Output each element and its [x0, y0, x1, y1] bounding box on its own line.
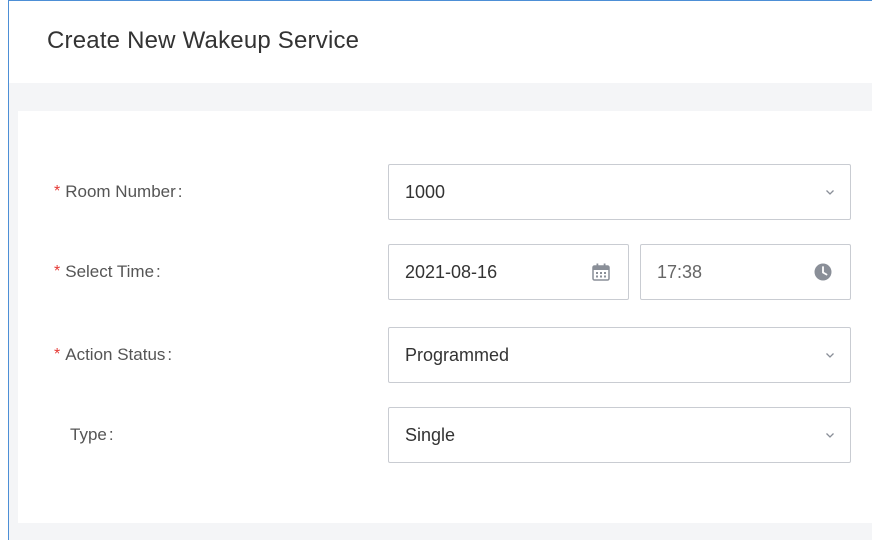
action-status-row: * Action Status : Programmed	[18, 327, 872, 383]
required-mark: *	[54, 263, 61, 280]
action-status-label-text: Action Status	[65, 345, 166, 364]
label-colon: :	[167, 345, 173, 364]
dialog-frame: Create New Wakeup Service * Room Number …	[8, 0, 872, 540]
dialog-header: Create New Wakeup Service	[9, 1, 872, 83]
chevron-down-icon[interactable]	[824, 429, 836, 441]
date-value: 2021-08-16	[405, 261, 498, 282]
action-status-label: * Action Status :	[54, 327, 172, 383]
select-time-label-text: Select Time	[65, 262, 155, 281]
type-label: Type :	[70, 407, 114, 463]
type-row: Type : Single	[18, 407, 872, 463]
label-colon: :	[177, 182, 183, 201]
required-mark: *	[54, 346, 61, 363]
room-number-label: * Room Number :	[54, 164, 183, 220]
room-number-value: 1000	[405, 181, 446, 202]
label-colon: :	[156, 262, 161, 281]
chevron-down-icon[interactable]	[824, 349, 836, 361]
label-colon: :	[108, 425, 114, 444]
action-status-select[interactable]: Programmed	[388, 327, 851, 383]
room-number-row: * Room Number : 1000	[18, 164, 872, 220]
type-select[interactable]: Single	[388, 407, 851, 463]
room-number-label-text: Room Number	[65, 182, 176, 201]
room-number-select[interactable]: 1000	[388, 164, 851, 220]
type-label-text: Type	[70, 425, 107, 444]
required-mark: *	[54, 183, 61, 200]
type-value: Single	[405, 424, 456, 445]
select-time-row: * Select Time : 2021-08-16 17:38	[18, 244, 872, 300]
select-time-label: * Select Time :	[54, 244, 161, 300]
calendar-icon[interactable]	[590, 261, 612, 283]
dialog-title: Create New Wakeup Service	[47, 27, 360, 54]
form-panel: * Room Number : 1000 * Select Time : 202…	[18, 111, 872, 523]
action-status-value: Programmed	[405, 344, 510, 365]
time-picker[interactable]: 17:38	[640, 244, 851, 300]
date-picker[interactable]: 2021-08-16	[388, 244, 629, 300]
clock-icon[interactable]	[812, 261, 834, 283]
chevron-down-icon[interactable]	[824, 186, 836, 198]
time-value: 17:38	[657, 261, 703, 282]
